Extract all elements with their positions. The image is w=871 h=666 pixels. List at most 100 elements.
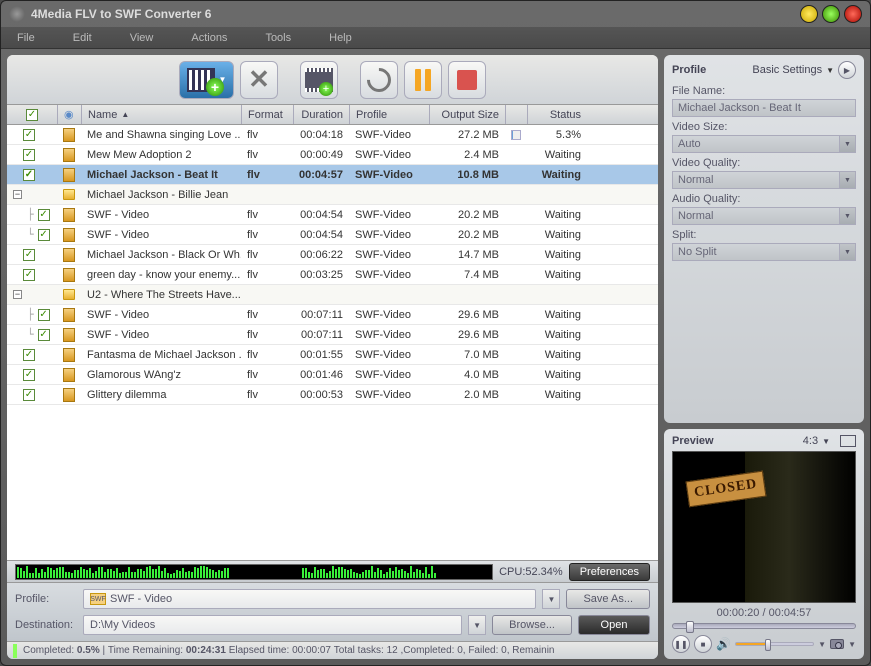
group-row[interactable]: − U2 - Where The Streets Have... <box>7 285 658 305</box>
file-list[interactable]: ✓ Me and Shawna singing Love ... flv 00:… <box>7 125 658 560</box>
menu-actions[interactable]: Actions <box>191 32 227 44</box>
file-row[interactable]: ├✓ SWF - Video flv 00:07:11 SWF-Video 29… <box>7 305 658 325</box>
snapshot-button[interactable] <box>830 639 844 649</box>
chevron-down-icon: ▼ <box>839 244 855 260</box>
menu-file[interactable]: File <box>17 32 35 44</box>
file-name: Mew Mew Adoption 2 <box>81 145 241 164</box>
chevron-down-icon[interactable]: ▼ <box>818 640 826 649</box>
row-checkbox[interactable]: ✓ <box>23 129 35 141</box>
header-name[interactable]: Name▲ <box>81 105 241 124</box>
add-profile-button[interactable]: + <box>300 61 338 99</box>
file-status: Waiting <box>527 265 587 284</box>
browse-button[interactable]: Browse... <box>492 615 572 635</box>
row-checkbox[interactable]: ✓ <box>23 269 35 281</box>
minimize-button[interactable] <box>800 5 818 23</box>
main-panel: + ▼ ✕ + ✓ ◉ Name▲ Format Duration <box>7 55 658 659</box>
delete-button[interactable]: ✕ <box>240 61 278 99</box>
file-row[interactable]: ✓ Michael Jackson - Beat It flv 00:04:57… <box>7 165 658 185</box>
preview-video[interactable]: CLOSED <box>672 451 856 603</box>
file-row[interactable]: ✓ Me and Shawna singing Love ... flv 00:… <box>7 125 658 145</box>
pause-button[interactable] <box>404 61 442 99</box>
split-select[interactable]: No Split▼ <box>672 243 856 261</box>
file-icon <box>63 168 75 182</box>
file-icon <box>63 328 75 342</box>
row-checkbox[interactable]: ✓ <box>38 229 50 241</box>
file-row[interactable]: ✓ green day - know your enemy... flv 00:… <box>7 265 658 285</box>
save-as-button[interactable]: Save As... <box>566 589 650 609</box>
expand-toggle[interactable]: − <box>13 290 22 299</box>
advanced-button[interactable]: ▶ <box>838 61 856 79</box>
file-status: Waiting <box>527 345 587 364</box>
aspect-ratio[interactable]: 4:3 <box>803 435 818 447</box>
header-progress[interactable] <box>505 105 527 124</box>
file-row[interactable]: ✓ Glittery dilemma flv 00:00:53 SWF-Vide… <box>7 385 658 405</box>
convert-button[interactable] <box>360 61 398 99</box>
close-button[interactable] <box>844 5 862 23</box>
file-status: Waiting <box>527 305 587 324</box>
open-button[interactable]: Open <box>578 615 650 635</box>
file-row[interactable]: ✓ Michael Jackson - Black Or Wh... flv 0… <box>7 245 658 265</box>
profile-select[interactable]: SWF SWF - Video <box>83 589 536 609</box>
group-row[interactable]: − Michael Jackson - Billie Jean <box>7 185 658 205</box>
header-checkbox-column[interactable]: ✓ <box>7 105 57 124</box>
file-status: Waiting <box>527 225 587 244</box>
header-icon-column[interactable]: ◉ <box>57 105 81 124</box>
row-checkbox[interactable]: ✓ <box>23 389 35 401</box>
seek-slider[interactable] <box>672 623 856 629</box>
destination-dropdown-button[interactable]: ▼ <box>468 615 486 635</box>
audioquality-select[interactable]: Normal▼ <box>672 207 856 225</box>
row-checkbox[interactable]: ✓ <box>38 309 50 321</box>
filename-field[interactable]: Michael Jackson - Beat It <box>672 99 856 117</box>
stop-preview-button[interactable]: ■ <box>694 635 712 653</box>
videoquality-select[interactable]: Normal▼ <box>672 171 856 189</box>
videosize-select[interactable]: Auto▼ <box>672 135 856 153</box>
maximize-button[interactable] <box>822 5 840 23</box>
fullscreen-icon[interactable] <box>840 435 856 447</box>
header-status[interactable]: Status <box>527 105 587 124</box>
header-format[interactable]: Format <box>241 105 293 124</box>
profile-dropdown-button[interactable]: ▼ <box>542 589 560 609</box>
file-row[interactable]: ✓ Fantasma de Michael Jackson ... flv 00… <box>7 345 658 365</box>
header-output-size[interactable]: Output Size <box>429 105 505 124</box>
destination-input[interactable]: D:\My Videos <box>83 615 462 635</box>
menu-edit[interactable]: Edit <box>73 32 92 44</box>
file-size: 14.7 MB <box>429 245 505 264</box>
row-checkbox[interactable]: ✓ <box>38 209 50 221</box>
select-all-checkbox[interactable]: ✓ <box>26 109 38 121</box>
file-profile: SWF-Video <box>349 165 429 184</box>
menu-tools[interactable]: Tools <box>265 32 291 44</box>
file-row[interactable]: └✓ SWF - Video flv 00:04:54 SWF-Video 20… <box>7 225 658 245</box>
basic-settings-link[interactable]: Basic Settings <box>752 64 822 76</box>
file-row[interactable]: ✓ Glamorous WAng'z flv 00:01:46 SWF-Vide… <box>7 365 658 385</box>
preferences-button[interactable]: Preferences <box>569 563 650 581</box>
expand-toggle[interactable]: − <box>13 190 22 199</box>
row-checkbox[interactable]: ✓ <box>38 329 50 341</box>
header-profile[interactable]: Profile <box>349 105 429 124</box>
titlebar[interactable]: 4Media FLV to SWF Converter 6 <box>1 1 870 27</box>
chevron-down-icon[interactable]: ▼ <box>848 640 856 649</box>
row-checkbox[interactable]: ✓ <box>23 149 35 161</box>
group-name: U2 - Where The Streets Have... <box>81 285 241 304</box>
menu-help[interactable]: Help <box>329 32 352 44</box>
row-checkbox[interactable]: ✓ <box>23 369 35 381</box>
header-duration[interactable]: Duration <box>293 105 349 124</box>
plus-icon: + <box>206 78 224 96</box>
row-checkbox[interactable]: ✓ <box>23 169 35 181</box>
file-format: flv <box>241 165 293 184</box>
file-row[interactable]: ├✓ SWF - Video flv 00:04:54 SWF-Video 20… <box>7 205 658 225</box>
file-row[interactable]: └✓ SWF - Video flv 00:07:11 SWF-Video 29… <box>7 325 658 345</box>
row-checkbox[interactable]: ✓ <box>23 349 35 361</box>
stop-button[interactable] <box>448 61 486 99</box>
volume-icon[interactable]: 🔊 <box>716 637 731 651</box>
volume-thumb[interactable] <box>765 639 771 651</box>
volume-slider[interactable] <box>735 642 814 646</box>
row-checkbox[interactable]: ✓ <box>23 249 35 261</box>
play-pause-button[interactable]: ❚❚ <box>672 635 690 653</box>
file-name: Glittery dilemma <box>81 385 241 404</box>
seek-thumb[interactable] <box>686 621 694 633</box>
file-row[interactable]: ✓ Mew Mew Adoption 2 flv 00:00:49 SWF-Vi… <box>7 145 658 165</box>
file-size: 29.6 MB <box>429 305 505 324</box>
file-status: Waiting <box>527 365 587 384</box>
menu-view[interactable]: View <box>130 32 154 44</box>
add-file-button[interactable]: + ▼ <box>179 61 234 99</box>
